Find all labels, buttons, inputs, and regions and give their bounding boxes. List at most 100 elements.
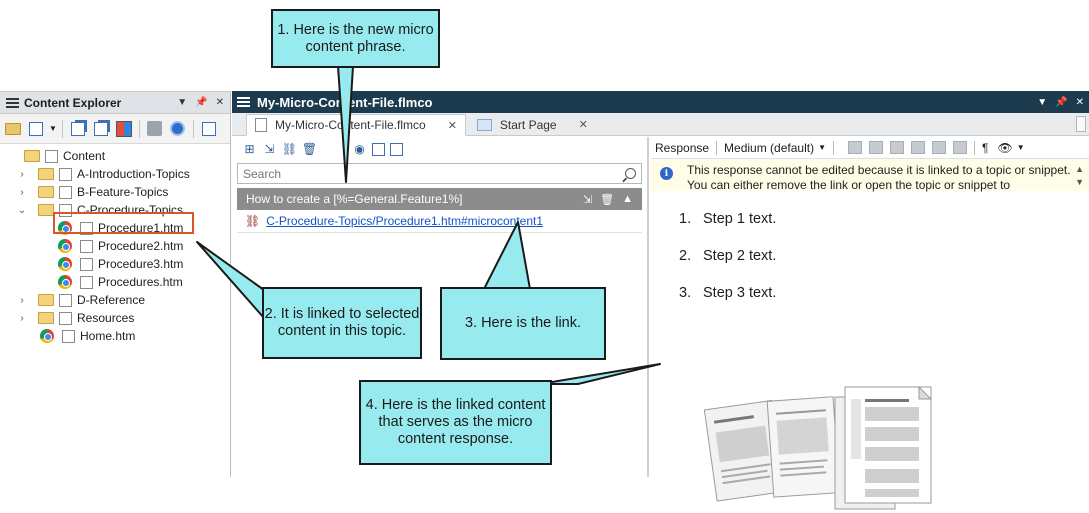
dropdown-arrow-icon[interactable]: ▼ — [177, 97, 187, 108]
dropdown-arrow-icon[interactable]: ▼ — [1037, 97, 1047, 108]
phrase-row[interactable]: How to create a [%=General.Feature1%] ⇲ … — [237, 188, 642, 210]
chevron-right-icon[interactable]: › — [16, 313, 28, 324]
folder-icon — [38, 312, 54, 324]
checkbox[interactable] — [62, 329, 75, 343]
style-icon[interactable] — [953, 141, 968, 154]
tree-item-procedures[interactable]: Procedures.htm — [0, 273, 230, 291]
toolbar-divider — [833, 140, 835, 155]
step-number: 2. — [679, 248, 692, 264]
notice-scroll-icon[interactable]: ▲ ▼ — [1075, 163, 1084, 189]
checkbox[interactable] — [80, 275, 93, 289]
new-window-icon[interactable] — [390, 142, 403, 156]
checkbox[interactable] — [45, 149, 58, 163]
tree-item-label: Content — [63, 149, 106, 163]
tab-start-page[interactable]: Start Page ✕ — [468, 114, 597, 135]
chrome-icon — [58, 275, 72, 289]
document-tabs: My-Micro-Content-File.flmco ✕ Start Page… — [232, 113, 1089, 136]
grid-view-icon[interactable] — [114, 119, 134, 139]
tree-item-label: Resources — [77, 311, 135, 325]
response-link[interactable]: C-Procedure-Topics/Procedure1.htm#microc… — [266, 214, 543, 228]
add-response-icon[interactable]: ⇲ — [583, 193, 592, 206]
view-toggle-icon[interactable] — [26, 119, 46, 139]
chevron-down-icon[interactable]: ▼ — [1017, 143, 1025, 152]
tab-overflow-icon[interactable] — [1076, 116, 1086, 132]
link-icon[interactable]: ⛓ — [282, 142, 297, 157]
medium-dropdown[interactable]: Medium (default) ▼ — [724, 141, 826, 155]
tab-close-icon[interactable]: ✕ — [448, 119, 457, 132]
document-pages-illustration — [703, 385, 933, 510]
link-icon: ⛓ — [245, 214, 261, 228]
response-content: 1. Step 1 text. 2. Step 2 text. 3. Step … — [679, 211, 1089, 322]
refresh-icon[interactable] — [168, 119, 188, 139]
menu-icon[interactable] — [6, 97, 19, 108]
folder-icon — [24, 150, 40, 162]
search-icon[interactable] — [625, 168, 636, 179]
menu-icon[interactable] — [237, 97, 250, 107]
close-icon[interactable]: ✕ — [216, 97, 224, 108]
tree-item-content[interactable]: Content — [0, 147, 230, 165]
tree-item-procedure2[interactable]: Procedure2.htm — [0, 237, 230, 255]
tools-icon[interactable] — [145, 119, 165, 139]
insert-variable-icon[interactable] — [932, 141, 947, 154]
tab-label: My-Micro-Content-File.flmco — [275, 118, 426, 132]
insert-table-icon[interactable] — [890, 141, 905, 154]
tree-item-label: Procedures.htm — [98, 275, 183, 289]
checkbox[interactable] — [80, 239, 93, 253]
tree-item-home[interactable]: Home.htm — [0, 327, 230, 345]
pin-icon[interactable]: 📌 — [1055, 97, 1067, 108]
info-icon: i — [660, 167, 673, 180]
chevron-right-icon[interactable]: › — [16, 169, 28, 180]
step-number: 3. — [679, 285, 692, 301]
add-phrase-icon[interactable]: ⊞ — [242, 142, 257, 157]
collapse-icon[interactable]: ▲ — [622, 193, 633, 205]
delete-icon[interactable]: 🗑 — [302, 142, 317, 157]
tree-item-label: B-Feature-Topics — [77, 185, 169, 199]
content-explorer-toolbar: ▼ — [0, 114, 230, 144]
checkbox[interactable] — [59, 167, 72, 181]
tree-item-introduction-topics[interactable]: › A-Introduction-Topics — [0, 165, 230, 183]
copy-icon[interactable] — [372, 142, 385, 156]
add-response-icon[interactable]: ⇲ — [262, 142, 277, 157]
toolbar-divider — [192, 119, 194, 138]
tree-item-feature-topics[interactable]: › B-Feature-Topics — [0, 183, 230, 201]
checkbox[interactable] — [59, 311, 72, 325]
toolbar-divider — [138, 119, 140, 138]
copy-icon[interactable] — [68, 119, 88, 139]
delete-icon[interactable]: 🗑 — [600, 193, 614, 206]
folder-icon[interactable] — [3, 119, 23, 139]
properties-icon[interactable] — [199, 119, 219, 139]
chevron-right-icon[interactable]: › — [16, 187, 28, 198]
chevron-down-icon[interactable]: ▼ — [49, 124, 57, 133]
checkbox[interactable] — [80, 257, 93, 271]
tree-item-reference[interactable]: › D-Reference — [0, 291, 230, 309]
insert-link-icon[interactable] — [869, 141, 884, 154]
response-label: Response — [655, 140, 710, 155]
toolbar-divider — [61, 119, 63, 138]
tab-close-icon[interactable]: ✕ — [579, 118, 588, 131]
tree-item-label: Procedure3.htm — [98, 257, 184, 271]
pin-icon[interactable]: 📌 — [195, 97, 207, 108]
new-window-icon[interactable] — [91, 119, 111, 139]
chevron-right-icon[interactable]: › — [16, 295, 28, 306]
chevron-down-icon[interactable]: ⌄ — [16, 205, 28, 216]
search-field[interactable] — [237, 163, 642, 184]
show-formatting-icon[interactable]: ¶ — [982, 141, 988, 155]
step-item: 3. Step 3 text. — [679, 285, 1089, 322]
tree-item-resources[interactable]: › Resources — [0, 309, 230, 327]
tree-item-procedure3[interactable]: Procedure3.htm — [0, 255, 230, 273]
search-input[interactable] — [243, 166, 625, 181]
selection-highlight — [53, 212, 194, 234]
folder-icon — [38, 186, 54, 198]
close-icon[interactable]: ✕ — [1076, 97, 1084, 108]
checkbox[interactable] — [59, 293, 72, 307]
chevron-down-icon: ▼ — [818, 143, 827, 152]
step-text: Step 3 text. — [703, 285, 777, 301]
checkbox[interactable] — [59, 185, 72, 199]
insert-image-icon[interactable] — [848, 141, 863, 154]
tab-micro-content-file[interactable]: My-Micro-Content-File.flmco ✕ — [246, 114, 466, 136]
content-explorer-panel: Content Explorer ▼ 📌 ✕ ▼ Content › A-Int… — [0, 91, 231, 477]
view-options-icon[interactable]: 👁 — [997, 141, 1012, 155]
phrase-text: How to create a [%=General.Feature1%] — [246, 192, 463, 206]
insert-snippet-icon[interactable] — [911, 141, 926, 154]
preview-icon[interactable]: ◉ — [352, 142, 367, 157]
